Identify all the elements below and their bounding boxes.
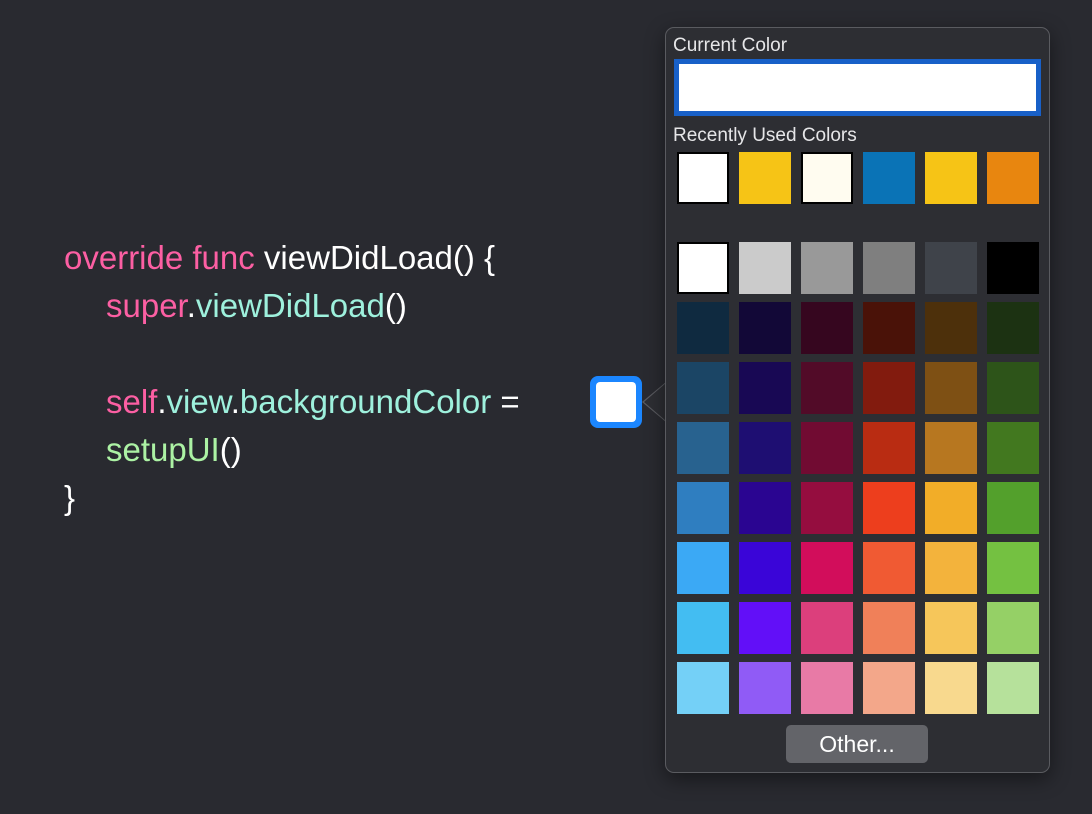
recent-color-swatch[interactable] — [987, 152, 1039, 204]
palette-color-swatch[interactable] — [739, 422, 791, 474]
palette-color-swatch[interactable] — [801, 422, 853, 474]
code-line-5[interactable]: } — [64, 478, 75, 518]
palette-color-swatch[interactable] — [739, 482, 791, 534]
code-line-4[interactable]: setupUI() — [106, 430, 242, 470]
property-background-color: backgroundColor — [239, 383, 492, 420]
palette-color-swatch[interactable] — [925, 242, 977, 294]
palette-color-swatch[interactable] — [863, 482, 915, 534]
recent-color-swatch[interactable] — [739, 152, 791, 204]
palette-color-swatch[interactable] — [863, 362, 915, 414]
code-line-1[interactable]: override func viewDidLoad() { — [64, 238, 495, 278]
recent-color-swatch[interactable] — [801, 152, 853, 204]
palette-color-swatch[interactable] — [987, 302, 1039, 354]
palette-color-swatch[interactable] — [863, 662, 915, 714]
current-color-label: Current Color — [673, 35, 788, 56]
palette-color-swatch[interactable] — [677, 542, 729, 594]
palette-color-swatch[interactable] — [677, 662, 729, 714]
keyword-self: self — [106, 383, 158, 420]
palette-color-swatch[interactable] — [925, 602, 977, 654]
dot: . — [230, 383, 240, 420]
current-color-fill — [679, 64, 1036, 111]
color-literal-swatch[interactable] — [590, 376, 642, 428]
palette-color-swatch[interactable] — [801, 602, 853, 654]
palette-color-swatch[interactable] — [863, 542, 915, 594]
palette-color-swatch[interactable] — [925, 482, 977, 534]
palette-color-swatch[interactable] — [863, 422, 915, 474]
palette-color-swatch[interactable] — [677, 482, 729, 534]
palette-color-swatch[interactable] — [739, 542, 791, 594]
palette-color-swatch[interactable] — [801, 662, 853, 714]
palette-color-swatch[interactable] — [801, 362, 853, 414]
palette-color-swatch[interactable] — [739, 662, 791, 714]
recent-color-swatch[interactable] — [925, 152, 977, 204]
assign-operator: = — [491, 383, 520, 420]
current-color-well[interactable] — [674, 59, 1041, 116]
palette-color-swatch[interactable] — [677, 302, 729, 354]
closing-brace: } — [64, 479, 76, 516]
property-view: view — [166, 383, 231, 420]
palette-color-swatch[interactable] — [925, 662, 977, 714]
palette-color-swatch[interactable] — [863, 602, 915, 654]
parens: () — [219, 431, 242, 468]
func-signature: viewDidLoad() { — [254, 239, 496, 276]
palette-color-swatch[interactable] — [801, 542, 853, 594]
palette-color-swatch[interactable] — [677, 422, 729, 474]
dot: . — [157, 383, 167, 420]
palette-color-swatch[interactable] — [987, 422, 1039, 474]
keyword-super: super — [106, 287, 187, 324]
recent-colors-label: Recently Used Colors — [673, 125, 857, 146]
recent-color-swatch[interactable] — [677, 152, 729, 204]
palette-color-swatch[interactable] — [987, 662, 1039, 714]
code-line-3[interactable]: self.view.backgroundColor = — [106, 382, 520, 422]
palette-color-swatch[interactable] — [987, 242, 1039, 294]
function-call: setupUI — [106, 431, 220, 468]
code-line-2[interactable]: super.viewDidLoad() — [106, 286, 407, 326]
palette-color-swatch[interactable] — [739, 602, 791, 654]
recent-color-swatch[interactable] — [863, 152, 915, 204]
palette-color-swatch[interactable] — [987, 602, 1039, 654]
palette-color-swatch[interactable] — [677, 362, 729, 414]
palette-color-swatch[interactable] — [801, 482, 853, 534]
palette-color-swatch[interactable] — [987, 542, 1039, 594]
other-colors-button[interactable]: Other... — [786, 725, 928, 763]
palette-color-swatch[interactable] — [739, 362, 791, 414]
dot: . — [186, 287, 196, 324]
palette-color-swatch[interactable] — [863, 242, 915, 294]
method-call: viewDidLoad — [195, 287, 385, 324]
keyword-override-func: override func — [64, 239, 255, 276]
palette-color-swatch[interactable] — [987, 482, 1039, 534]
palette-color-swatch[interactable] — [863, 302, 915, 354]
palette-color-swatch[interactable] — [987, 362, 1039, 414]
color-picker-popover: Current Color Recently Used Colors Other… — [665, 27, 1050, 773]
parens: () — [384, 287, 407, 324]
color-literal-fill — [596, 382, 636, 422]
palette-color-swatch[interactable] — [925, 302, 977, 354]
palette-color-swatch[interactable] — [925, 422, 977, 474]
palette-color-swatch[interactable] — [677, 242, 729, 294]
palette-color-swatch[interactable] — [801, 242, 853, 294]
popover-arrow — [644, 383, 666, 421]
palette-color-swatch[interactable] — [925, 362, 977, 414]
palette-color-swatch[interactable] — [925, 542, 977, 594]
palette-color-swatch[interactable] — [739, 242, 791, 294]
palette-color-swatch[interactable] — [677, 602, 729, 654]
palette-color-swatch[interactable] — [739, 302, 791, 354]
palette-color-swatch[interactable] — [801, 302, 853, 354]
